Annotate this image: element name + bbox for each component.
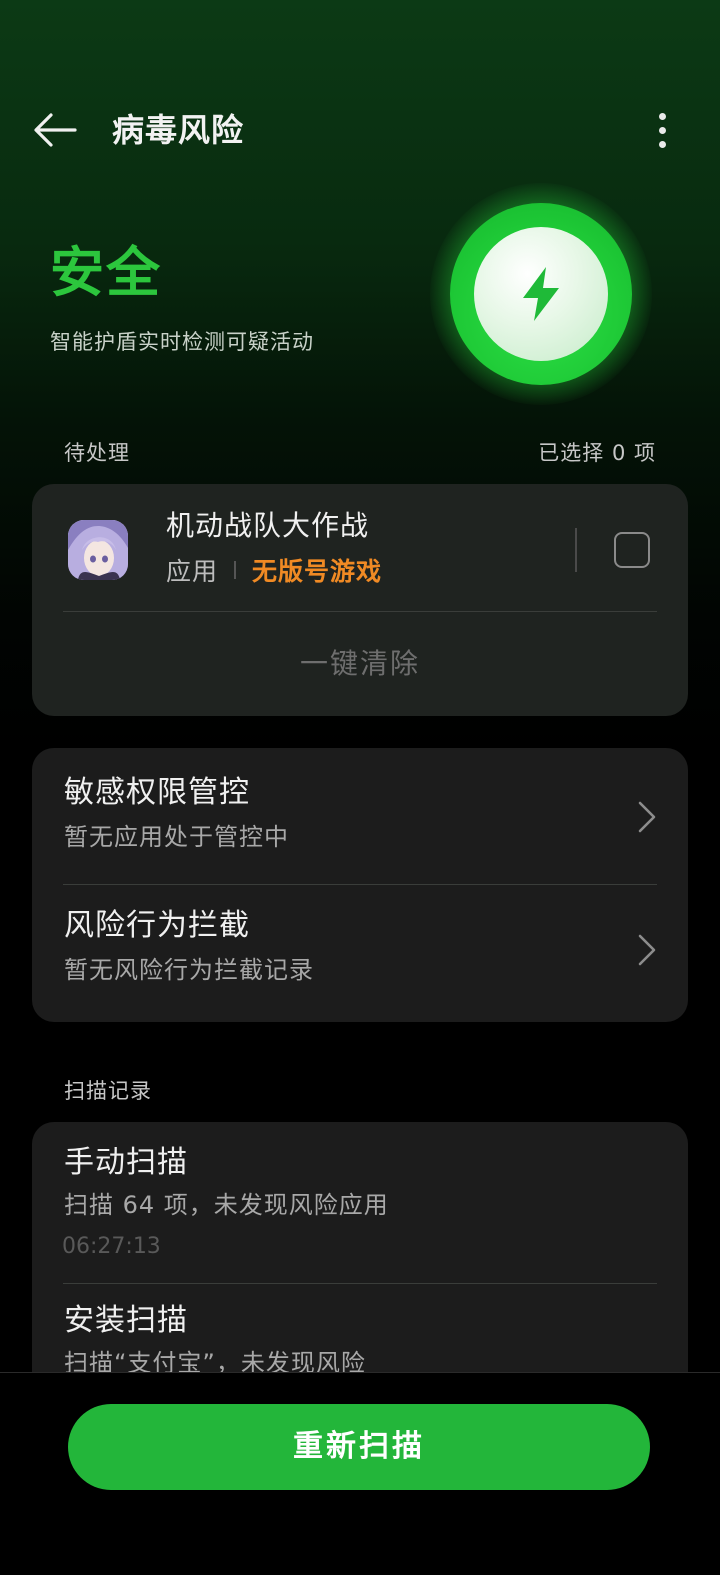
row-subtitle: 扫描 64 项，未发现风险应用 [64, 1191, 389, 1219]
status-title: 安全 [50, 241, 162, 304]
anime-avatar-icon [68, 520, 128, 580]
status-description: 智能护盾实时检测可疑活动 [50, 330, 314, 354]
header: 病毒风险 [0, 90, 720, 170]
virus-risk-screen: 病毒风险 安全 智能护盾实时检测可疑活动 待处理 已选择 0 项 机动战队大作战… [0, 0, 720, 1575]
scan-time: 06:27:13 [62, 1234, 161, 1259]
meta-separator [234, 561, 237, 579]
shield-status-badge [430, 183, 652, 405]
more-dot [658, 126, 666, 134]
row-title: 风险行为拦截 [64, 908, 250, 943]
back-button[interactable] [30, 108, 80, 152]
arrow-left-icon [34, 113, 77, 147]
vertical-divider [575, 528, 577, 572]
row-subtitle: 暂无应用处于管控中 [64, 823, 289, 851]
app-type-label: 应用 [166, 557, 219, 586]
app-icon [68, 520, 128, 580]
select-checkbox[interactable] [614, 532, 650, 568]
more-dot [658, 140, 666, 148]
risk-tag: 无版号游戏 [252, 557, 383, 586]
row-title: 安装扫描 [64, 1303, 188, 1338]
page-title: 病毒风险 [112, 111, 245, 149]
list-item-sensitive-permissions[interactable]: 敏感权限管控 暂无应用处于管控中 [32, 748, 688, 885]
more-options-button[interactable] [640, 106, 684, 154]
row-title: 手动扫描 [64, 1145, 188, 1180]
pending-card: 机动战队大作战 应用 无版号游戏 一键清除 [32, 484, 688, 716]
chevron-right-icon [638, 934, 656, 966]
one-click-clear-button[interactable]: 一键清除 [32, 634, 688, 694]
more-vertical-icon [658, 112, 666, 120]
app-meta: 应用 无版号游戏 [166, 552, 382, 588]
shield-core [474, 227, 608, 361]
chevron-right-icon [638, 801, 656, 833]
rescan-button[interactable]: 重新扫描 [68, 1404, 650, 1490]
pending-section-label: 待处理 [64, 441, 130, 465]
row-title: 敏感权限管控 [64, 775, 250, 810]
scan-records-label: 扫描记录 [64, 1079, 152, 1103]
divider [63, 611, 657, 612]
app-name: 机动战队大作战 [166, 509, 370, 542]
controls-card: 敏感权限管控 暂无应用处于管控中 风险行为拦截 暂无风险行为拦截记录 [32, 748, 688, 1022]
list-item-risk-behavior-block[interactable]: 风险行为拦截 暂无风险行为拦截记录 [32, 885, 688, 1022]
list-item-manual-scan[interactable]: 手动扫描 扫描 64 项，未发现风险应用 06:27:13 [32, 1122, 688, 1284]
lightning-shield-icon [523, 267, 559, 321]
selected-count: 已选择 0 项 [538, 441, 656, 465]
row-subtitle: 暂无风险行为拦截记录 [64, 956, 314, 984]
